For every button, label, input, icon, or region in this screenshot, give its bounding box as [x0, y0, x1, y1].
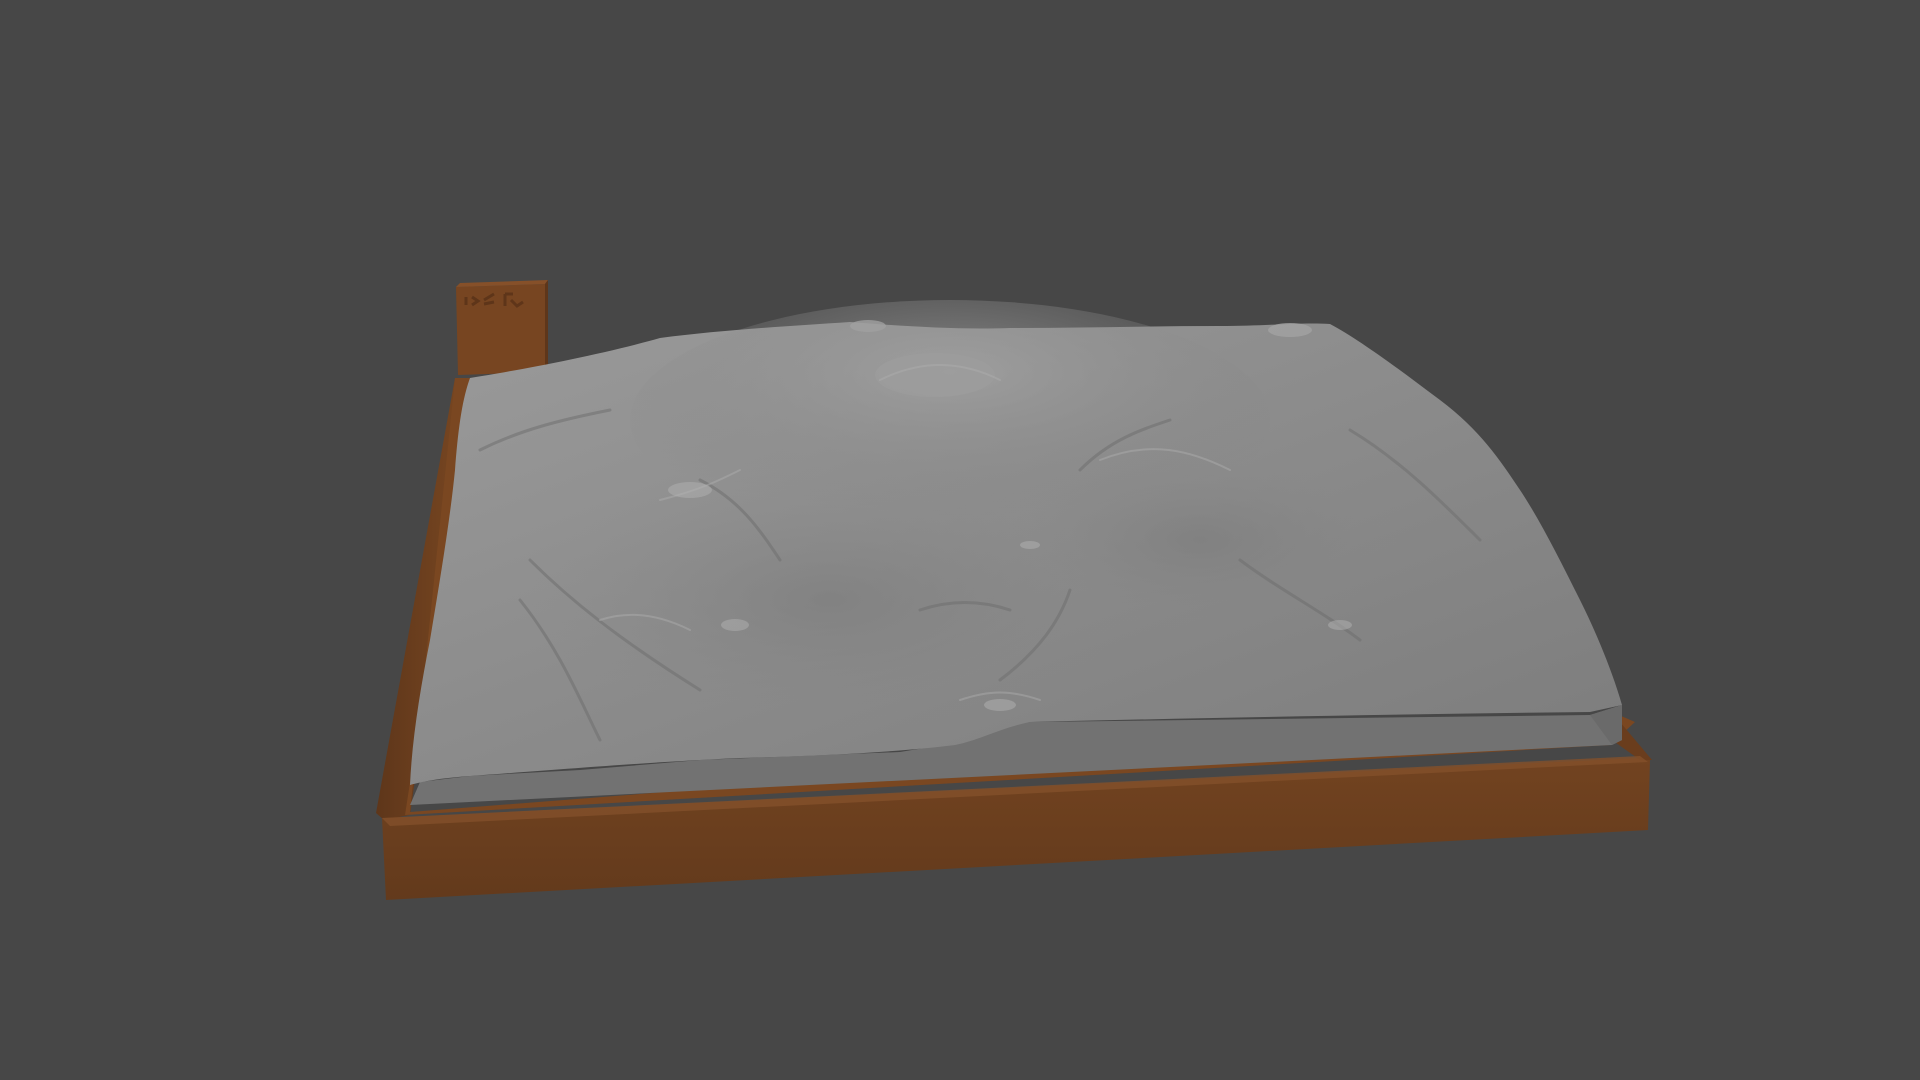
terrain-surface — [410, 300, 1622, 785]
3d-viewport[interactable] — [0, 0, 1920, 1080]
terrain-model-render — [376, 280, 1652, 900]
label-tag-block — [456, 280, 548, 375]
